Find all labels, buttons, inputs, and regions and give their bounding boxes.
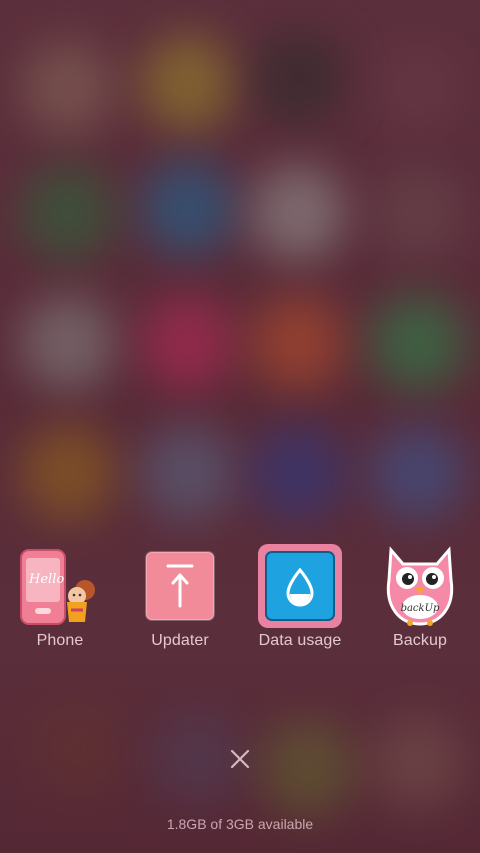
app-label: Phone (36, 632, 84, 649)
blur-blob (140, 35, 236, 131)
blur-blob (250, 425, 346, 521)
updater-icon (135, 540, 225, 630)
blur-blob (20, 40, 116, 136)
close-all-button[interactable] (226, 745, 254, 773)
app-label: Updater (151, 632, 209, 649)
app-label: Data usage (258, 632, 342, 649)
blur-blob (30, 700, 126, 796)
owl-backup-icon: backUp (375, 540, 465, 630)
phone-icon-text: Hello (28, 572, 64, 587)
close-icon (230, 749, 250, 769)
blur-blob (20, 165, 116, 261)
blur-blob (20, 425, 116, 521)
blurred-home-background (0, 0, 480, 853)
memory-status: 1.8GB of 3GB available (166, 816, 314, 832)
app-backup[interactable]: backUp Backup (360, 540, 480, 660)
app-label: Backup (393, 632, 447, 649)
blur-blob (250, 295, 346, 391)
app-phone[interactable]: Hello Phone (0, 540, 120, 660)
backup-icon-text: backUp (401, 603, 440, 614)
blur-blob (370, 425, 466, 521)
app-updater[interactable]: Updater (120, 540, 240, 660)
blur-blob (250, 165, 346, 261)
recent-apps-row: Hello Phone Updater Data usage backUp Ba… (0, 540, 480, 660)
blur-blob (140, 425, 236, 521)
blur-blob (260, 720, 356, 816)
phone-hello-icon: Hello (15, 540, 105, 630)
blur-blob (20, 295, 116, 391)
water-drop-icon (255, 540, 345, 630)
blur-blob (370, 295, 466, 391)
blur-blob (370, 165, 466, 261)
app-data-usage[interactable]: Data usage (240, 540, 360, 660)
blur-blob (370, 715, 466, 811)
blur-blob (250, 30, 346, 126)
blur-blob (370, 40, 466, 136)
blur-blob (140, 160, 236, 256)
blur-blob (140, 295, 236, 391)
